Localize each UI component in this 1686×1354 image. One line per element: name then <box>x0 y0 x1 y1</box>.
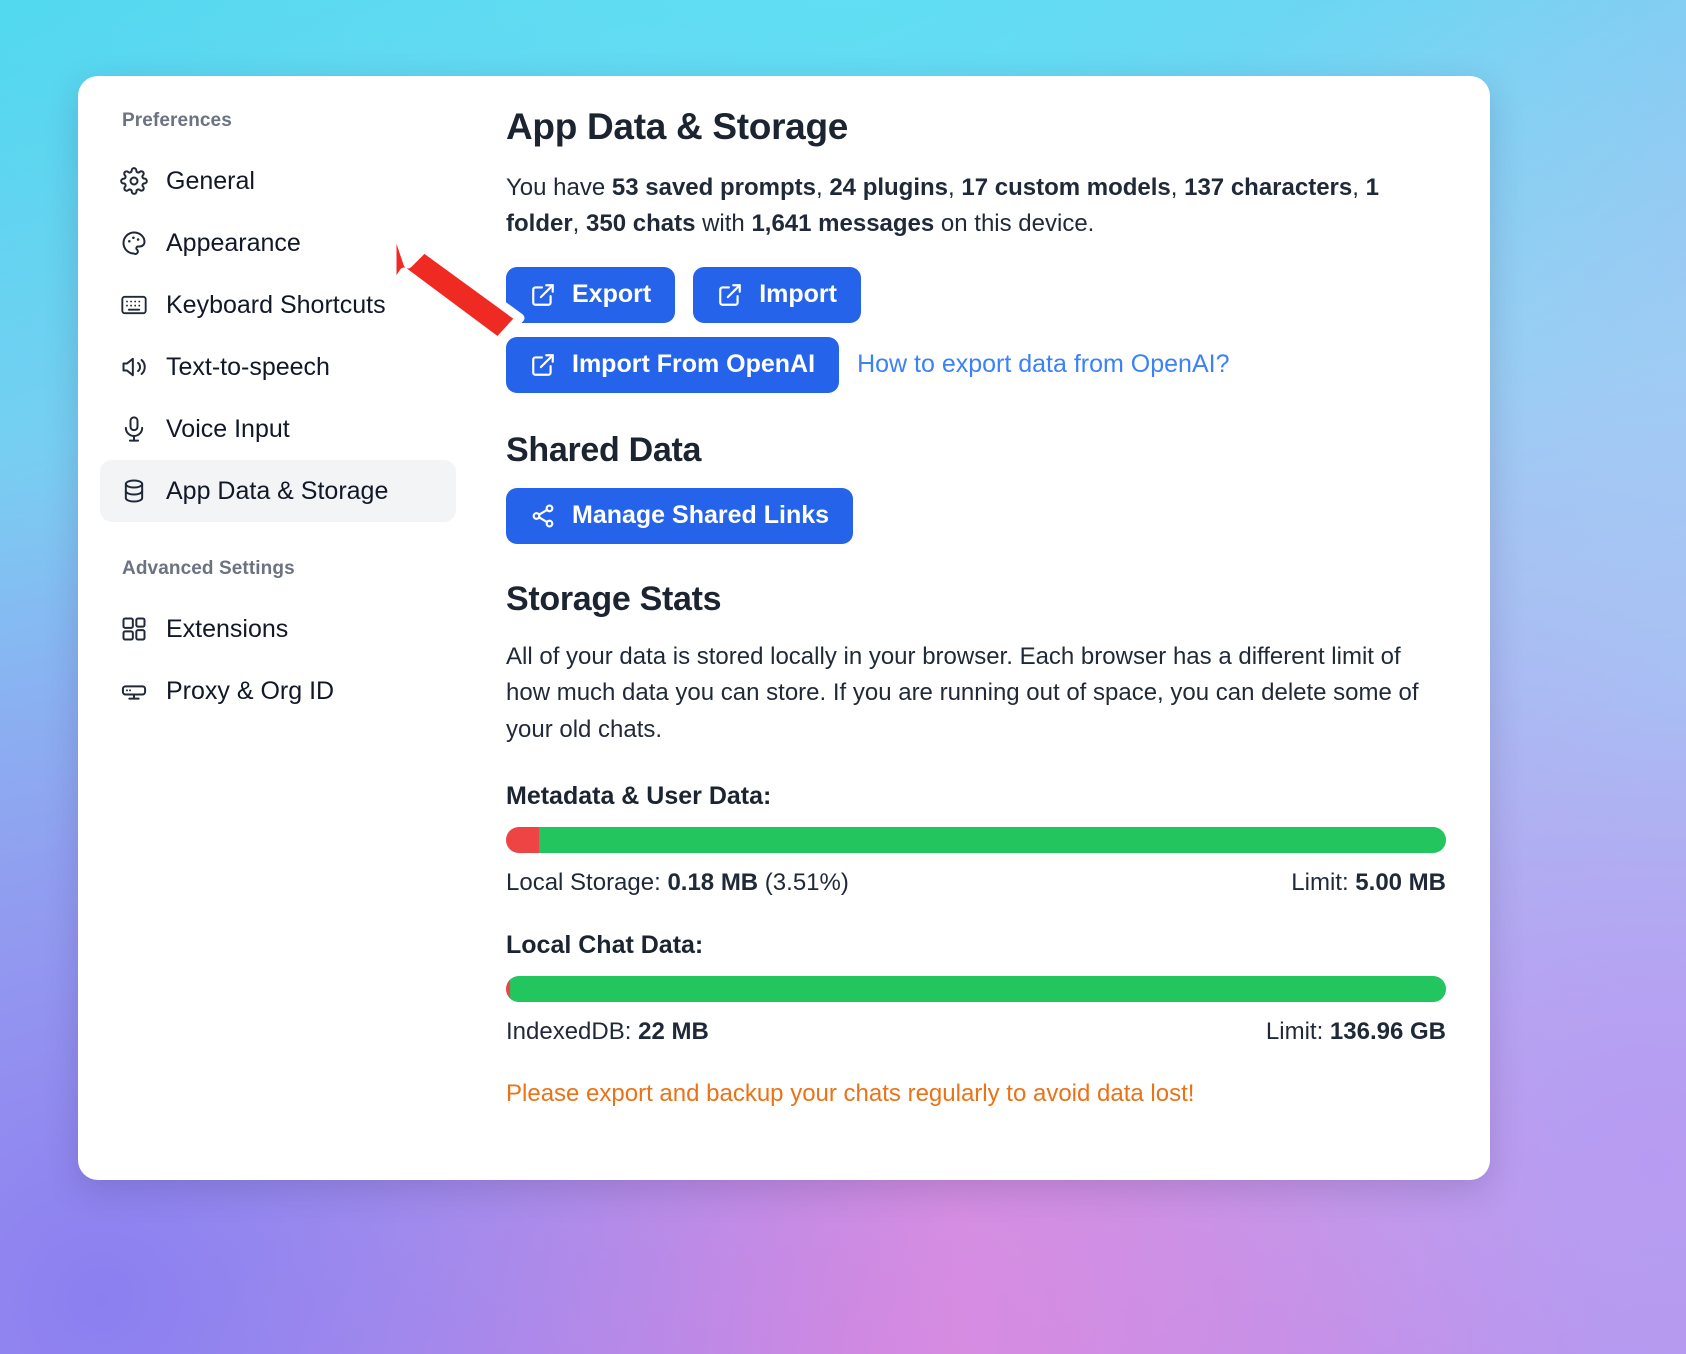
summary-sep: , <box>1171 174 1184 201</box>
local-storage-label: Local Storage: <box>506 869 667 896</box>
summary-sep: , <box>1352 174 1365 201</box>
progress-used-segment <box>506 827 539 853</box>
storage-stats-title: Storage Stats <box>506 580 1446 619</box>
local-storage-amount: 0.18 MB <box>667 869 758 896</box>
sidebar-item-label: Appearance <box>166 229 301 258</box>
summary-suffix: on this device. <box>934 210 1094 237</box>
summary-sep: , <box>816 174 829 201</box>
speaker-icon <box>120 353 148 381</box>
limit-label: Limit: <box>1266 1018 1330 1045</box>
sidebar-item-text-to-speech[interactable]: Text-to-speech <box>100 336 456 398</box>
import-from-openai-button-label: Import From OpenAI <box>572 350 815 379</box>
local-storage-value: Local Storage: 0.18 MB (3.51%) <box>506 869 849 897</box>
settings-card: Preferences General Appearance <box>78 76 1490 1180</box>
import-from-openai-button[interactable]: Import From OpenAI <box>506 337 839 393</box>
summary-saved-prompts: 53 saved prompts <box>612 174 816 201</box>
shared-data-title: Shared Data <box>506 431 1446 470</box>
import-button-label: Import <box>759 280 837 309</box>
sidebar-item-voice-input[interactable]: Voice Input <box>100 398 456 460</box>
indexeddb-amount: 22 MB <box>638 1018 709 1045</box>
sidebar-group-preferences-title: Preferences <box>100 110 456 132</box>
sidebar-item-proxy-org-id[interactable]: Proxy & Org ID <box>100 660 456 722</box>
local-chat-data-label: Local Chat Data: <box>506 931 1446 960</box>
sidebar-item-label: App Data & Storage <box>166 477 388 506</box>
microphone-icon <box>120 415 148 443</box>
share-icon <box>530 503 556 529</box>
sidebar-item-appearance[interactable]: Appearance <box>100 212 456 274</box>
indexeddb-limit: Limit: 136.96 GB <box>1266 1018 1446 1046</box>
chat-storage-meta: IndexedDB: 22 MB Limit: 136.96 GB <box>506 1018 1446 1046</box>
blocks-icon <box>120 615 148 643</box>
how-to-export-openai-link[interactable]: How to export data from OpenAI? <box>857 350 1229 379</box>
manage-shared-links-button[interactable]: Manage Shared Links <box>506 488 853 544</box>
indexeddb-value: IndexedDB: 22 MB <box>506 1018 709 1046</box>
sidebar-item-app-data-storage[interactable]: App Data & Storage <box>100 460 456 522</box>
external-link-icon <box>717 282 743 308</box>
local-storage-limit: Limit: 5.00 MB <box>1291 869 1446 897</box>
settings-main-panel: App Data & Storage You have 53 saved pro… <box>480 76 1490 1180</box>
limit-amount: 5.00 MB <box>1355 869 1446 896</box>
sidebar-item-general[interactable]: General <box>100 150 456 212</box>
sidebar-item-extensions[interactable]: Extensions <box>100 598 456 660</box>
summary-sep: , <box>573 210 586 237</box>
external-link-icon <box>530 282 556 308</box>
sidebar-item-label: Voice Input <box>166 415 290 444</box>
indexeddb-label: IndexedDB: <box>506 1018 638 1045</box>
metadata-user-data-label: Metadata & User Data: <box>506 782 1446 811</box>
external-link-icon <box>530 352 556 378</box>
export-button[interactable]: Export <box>506 267 675 323</box>
import-button[interactable]: Import <box>693 267 861 323</box>
export-button-label: Export <box>572 280 651 309</box>
import-openai-row: Import From OpenAI How to export data fr… <box>506 337 1446 393</box>
storage-stats-section: Storage Stats All of your data is stored… <box>506 580 1446 1108</box>
database-icon <box>120 477 148 505</box>
sidebar-item-keyboard-shortcuts[interactable]: Keyboard Shortcuts <box>100 274 456 336</box>
limit-amount: 136.96 GB <box>1330 1018 1446 1045</box>
chat-storage-progress-bar <box>506 976 1446 1002</box>
summary-messages: 1,641 messages <box>751 210 934 237</box>
summary-plugins: 24 plugins <box>829 174 948 201</box>
progress-free-segment <box>539 827 1446 853</box>
summary-custom-models: 17 custom models <box>961 174 1170 201</box>
metadata-storage-meta: Local Storage: 0.18 MB (3.51%) Limit: 5.… <box>506 869 1446 897</box>
limit-label: Limit: <box>1291 869 1355 896</box>
gear-icon <box>120 167 148 195</box>
server-icon <box>120 677 148 705</box>
progress-free-segment <box>510 976 1446 1002</box>
backup-warning-text: Please export and backup your chats regu… <box>506 1080 1446 1108</box>
manage-shared-links-label: Manage Shared Links <box>572 501 829 530</box>
palette-icon <box>120 229 148 257</box>
summary-prefix: You have <box>506 174 612 201</box>
metadata-storage-progress-bar <box>506 827 1446 853</box>
settings-sidebar: Preferences General Appearance <box>78 76 480 1180</box>
export-import-button-row: Export Import <box>506 267 1446 323</box>
data-summary-text: You have 53 saved prompts, 24 plugins, 1… <box>506 170 1386 243</box>
summary-sep: , <box>948 174 961 201</box>
sidebar-item-label: General <box>166 167 255 196</box>
page-title: App Data & Storage <box>506 106 1446 148</box>
summary-chats: 350 chats <box>586 210 695 237</box>
storage-stats-description: All of your data is stored locally in yo… <box>506 639 1446 748</box>
keyboard-icon <box>120 291 148 319</box>
local-storage-percent: (3.51%) <box>758 869 849 896</box>
sidebar-item-label: Proxy & Org ID <box>166 677 334 706</box>
sidebar-item-label: Keyboard Shortcuts <box>166 291 386 320</box>
summary-characters: 137 characters <box>1184 174 1352 201</box>
summary-middle: with <box>695 210 751 237</box>
sidebar-group-advanced-settings-title: Advanced Settings <box>100 558 456 580</box>
shared-data-section: Shared Data Manage Shared Links <box>506 431 1446 544</box>
sidebar-item-label: Extensions <box>166 615 288 644</box>
sidebar-item-label: Text-to-speech <box>166 353 330 382</box>
